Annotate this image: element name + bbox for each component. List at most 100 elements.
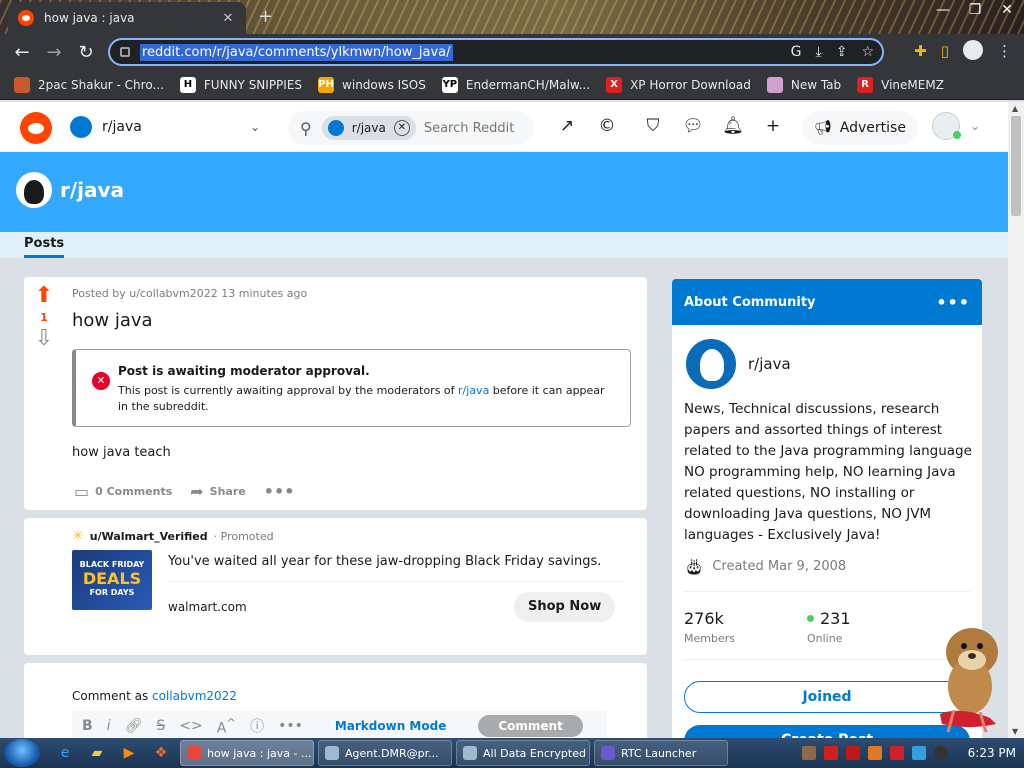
profile-avatar-icon[interactable]	[963, 40, 983, 60]
share-arrow-icon: ➦	[190, 482, 204, 501]
taskbar-window-label: how java : java - ...	[207, 746, 312, 760]
bookmark-item[interactable]: R VineMEMZ	[857, 76, 944, 93]
more-options-button[interactable]: •••	[264, 482, 295, 501]
side-panel-icon[interactable]: ▯	[941, 42, 949, 60]
search-input[interactable]	[423, 120, 516, 136]
chat-icon[interactable]: 💬︎	[682, 116, 704, 136]
about-header: About Community •••	[672, 279, 982, 325]
downvote-arrow-icon[interactable]: ⇩	[30, 328, 58, 350]
taskbar-window-button[interactable]: All Data Encrypted	[456, 740, 590, 766]
scrollbar-thumb[interactable]	[1011, 116, 1021, 216]
tray-shield-icon[interactable]	[845, 746, 860, 760]
bookmark-star-icon[interactable]: ☆	[861, 44, 874, 60]
tray-search-icon[interactable]	[867, 746, 882, 760]
media-player-icon[interactable]: ▶	[120, 745, 138, 761]
bookmark-item[interactable]: New Tab	[766, 76, 841, 93]
chip-remove-icon[interactable]: ✕	[393, 120, 410, 136]
members-count: 276k	[684, 609, 724, 628]
taskbar-window-button[interactable]: Agent.DMR@pr...	[318, 740, 452, 766]
bookmarks-bar: 2pac Shakur - Chro... H FUNNY SNIPPIES PH wi…	[0, 70, 1024, 100]
tray-v-icon[interactable]	[823, 746, 838, 760]
create-post-plus-icon[interactable]: +	[762, 116, 784, 136]
install-app-icon[interactable]: ⤓	[816, 44, 822, 60]
bookmark-item[interactable]: PH windows ISOS	[318, 76, 426, 93]
folder-icon[interactable]: ▰	[88, 745, 106, 761]
search-community-chip[interactable]: r/java ✕	[321, 116, 416, 140]
bookmark-item[interactable]: YP EndermanCH/Malw...	[441, 76, 590, 93]
address-bar[interactable]: reddit.com/r/java/comments/ylkmwn/how_ja…	[108, 38, 884, 66]
tray-volume-icon[interactable]	[933, 746, 948, 760]
browser-tab[interactable]: how java : java ✕	[8, 2, 246, 34]
about-more-icon[interactable]: •••	[936, 293, 970, 312]
taskbar-window-button[interactable]: how java : java - ...	[180, 740, 314, 766]
community-name[interactable]: r/java	[748, 355, 791, 373]
start-button[interactable]	[4, 739, 40, 767]
bookmark-item[interactable]: X XP Horror Download	[606, 76, 751, 93]
strikethrough-icon[interactable]: S	[156, 718, 165, 734]
share-page-icon[interactable]: ⇪	[836, 44, 848, 60]
close-window-icon[interactable]: ✕	[998, 2, 1016, 18]
scroll-down-icon[interactable]: ▼	[1012, 727, 1018, 736]
notice-body-pre: This post is currently awaiting approval…	[118, 384, 459, 397]
community-dropdown[interactable]: r/java ⌄	[70, 116, 260, 138]
system-tray: 6:23 PM	[801, 738, 1016, 768]
kebab-menu-icon[interactable]: ⋮	[997, 42, 1012, 60]
reddit-logo-icon[interactable]	[20, 112, 52, 144]
upvote-arrow-icon[interactable]: ⬆	[30, 285, 58, 307]
comment-submit-button[interactable]: Comment	[478, 715, 583, 737]
tray-app-icon[interactable]	[801, 746, 816, 760]
taskbar-clock[interactable]: 6:23 PM	[968, 746, 1016, 760]
markdown-mode-button[interactable]: Markdown Mode	[335, 719, 447, 733]
italic-icon[interactable]: i	[107, 718, 111, 734]
bookmark-favicon-icon: H	[179, 76, 196, 93]
extensions-puzzle-icon[interactable]: ✚	[914, 42, 927, 60]
promo-thumbnail[interactable]: BLACK FRIDAY DEALS FOR DAYS	[72, 550, 152, 610]
bold-icon[interactable]: B	[82, 718, 93, 734]
post-actions: ▭ 0 Comments ➦ Share •••	[74, 482, 294, 501]
new-tab-button[interactable]: +	[258, 6, 273, 27]
thumb-line2: DEALS	[82, 569, 142, 588]
forward-icon[interactable]: →	[38, 42, 70, 63]
inline-code-icon[interactable]: <>	[179, 718, 202, 734]
shop-now-button[interactable]: Shop Now	[514, 592, 616, 622]
comments-button[interactable]: ▭ 0 Comments	[74, 482, 172, 501]
tray-monitor-icon[interactable]	[911, 746, 926, 760]
spoiler-icon[interactable]: ⓘ	[250, 716, 264, 736]
maximize-icon[interactable]: ❐	[966, 2, 984, 18]
superscript-icon[interactable]: A^	[217, 716, 236, 737]
share-button[interactable]: ➦ Share	[190, 482, 245, 501]
tab-posts[interactable]: Posts	[24, 236, 65, 258]
user-menu[interactable]: ⌄	[932, 112, 980, 140]
notice-subreddit-link[interactable]: r/java	[458, 384, 489, 397]
advertise-button[interactable]: 📢︎ Advertise	[802, 111, 918, 145]
online-count-row: 231	[806, 609, 851, 628]
back-icon[interactable]: ←	[6, 42, 38, 63]
coins-icon[interactable]: ©	[596, 116, 618, 136]
search-bar[interactable]: ⚲ r/java ✕	[288, 111, 534, 145]
taskbar-window-button[interactable]: RTC Launcher	[594, 740, 728, 766]
lock-icon[interactable]	[120, 47, 130, 57]
tab-close-icon[interactable]: ✕	[220, 11, 236, 26]
reload-icon[interactable]: ↻	[70, 42, 102, 63]
internet-explorer-icon[interactable]: e	[56, 745, 74, 761]
popular-icon[interactable]: ↗	[556, 116, 578, 136]
notifications-bell-icon[interactable]: 🔔︎	[722, 116, 744, 136]
bookmark-item[interactable]: 2pac Shakur - Chro...	[14, 76, 164, 93]
tray-flag-icon[interactable]	[889, 746, 904, 760]
community-avatar	[70, 116, 92, 138]
joined-button[interactable]: Joined	[684, 681, 970, 713]
app-launcher-icon[interactable]: ❖	[152, 745, 170, 761]
promoted-username[interactable]: u/Walmart_Verified	[90, 530, 208, 543]
moderation-shield-icon[interactable]: ⛉	[642, 116, 664, 136]
minimize-icon[interactable]: —	[934, 2, 952, 18]
scroll-up-icon[interactable]: ▲	[1012, 104, 1018, 113]
promo-text[interactable]: You've waited all year for these jaw-dro…	[168, 554, 601, 569]
page-scrollbar[interactable]: ▲ ▼	[1008, 102, 1024, 738]
comment-as-user-link[interactable]: collabvm2022	[152, 689, 237, 703]
bookmark-item[interactable]: H FUNNY SNIPPIES	[179, 76, 302, 93]
google-translate-icon[interactable]: G	[791, 44, 802, 60]
url-text[interactable]: reddit.com/r/java/comments/ylkmwn/how_ja…	[140, 43, 453, 61]
more-formatting-icon[interactable]: •••	[278, 718, 303, 734]
promo-domain[interactable]: walmart.com	[168, 600, 247, 614]
link-icon[interactable]: 🔗︎	[125, 718, 143, 734]
